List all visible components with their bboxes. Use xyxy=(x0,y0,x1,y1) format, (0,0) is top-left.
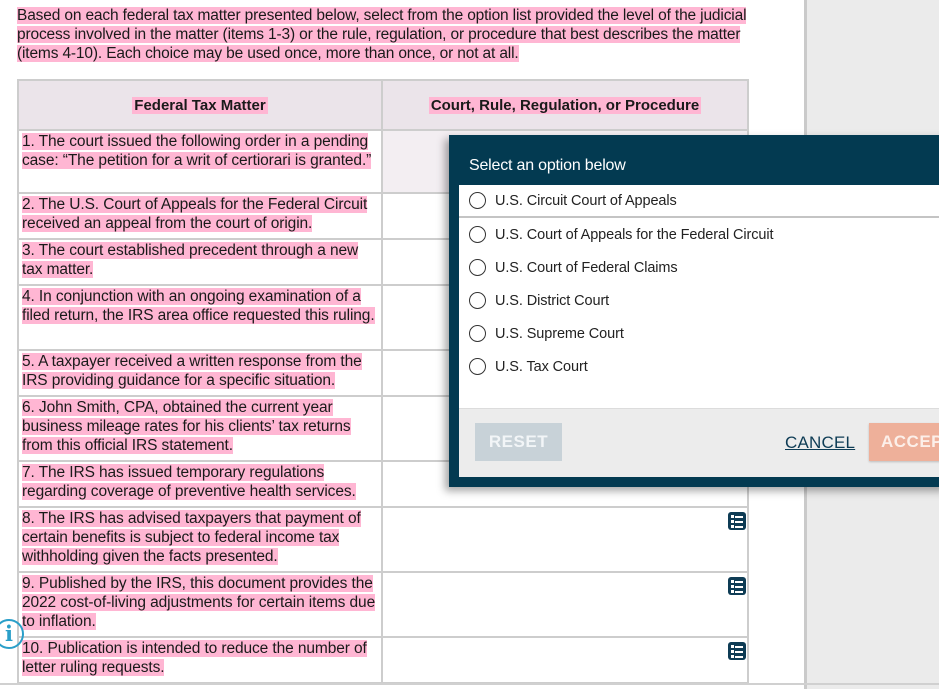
table-row: 9. Published by the IRS, this document p… xyxy=(17,571,749,638)
option-select-modal: Select an option below U.S. Circuit Cour… xyxy=(449,135,939,487)
option-item[interactable]: U.S. Court of Federal Claims xyxy=(459,251,939,284)
modal-options-list: U.S. Circuit Court of Appeals U.S. Court … xyxy=(459,185,939,408)
matter-cell: 7. The IRS has issued temporary regulati… xyxy=(17,460,383,508)
cancel-button[interactable]: CANCEL xyxy=(785,433,855,453)
matter-text: 6. John Smith, CPA, obtained the current… xyxy=(22,399,351,454)
matter-text: 8. The IRS has advised taxpayers that pa… xyxy=(22,510,361,565)
matter-text: 2. The U.S. Court of Appeals for the Fed… xyxy=(22,196,368,232)
matter-text: 1. The court issued the following order … xyxy=(22,133,372,169)
answer-cell[interactable] xyxy=(381,571,749,638)
radio-button[interactable] xyxy=(469,292,486,309)
table-row: 10. Publication is intended to reduce th… xyxy=(17,636,749,684)
matter-cell: 5. A taxpayer received a written respons… xyxy=(17,349,383,397)
header-label: Federal Tax Matter xyxy=(132,96,268,114)
list-icon[interactable] xyxy=(728,577,746,595)
modal-title: Select an option below xyxy=(469,157,626,174)
reset-button[interactable]: RESET xyxy=(475,423,562,461)
matter-cell: 10. Publication is intended to reduce th… xyxy=(17,636,383,684)
instructions-text: Based on each federal tax matter present… xyxy=(17,6,747,63)
header-court-rule: Court, Rule, Regulation, or Procedure xyxy=(381,79,749,131)
bottom-divider xyxy=(0,683,939,685)
option-label: U.S. Circuit Court of Appeals xyxy=(495,192,677,209)
option-label: U.S. District Court xyxy=(495,292,610,309)
matter-cell: 2. The U.S. Court of Appeals for the Fed… xyxy=(17,192,383,240)
option-label: U.S. Tax Court xyxy=(495,358,588,375)
answer-cell[interactable] xyxy=(381,636,749,684)
radio-button[interactable] xyxy=(469,192,486,209)
option-item[interactable]: U.S. District Court xyxy=(459,284,939,317)
modal-footer: RESET CANCEL ACCEPT xyxy=(459,408,939,477)
answer-cell[interactable] xyxy=(381,506,749,573)
radio-button[interactable] xyxy=(469,325,486,342)
option-item[interactable]: U.S. Tax Court xyxy=(459,350,939,383)
table-header-row: Federal Tax Matter Court, Rule, Regulati… xyxy=(17,79,749,131)
matter-cell: 9. Published by the IRS, this document p… xyxy=(17,571,383,638)
matter-text: 7. The IRS has issued temporary regulati… xyxy=(22,464,356,500)
matter-cell: 8. The IRS has advised taxpayers that pa… xyxy=(17,506,383,573)
radio-button[interactable] xyxy=(469,259,486,276)
option-item[interactable]: U.S. Circuit Court of Appeals xyxy=(459,185,939,218)
matter-cell: 6. John Smith, CPA, obtained the current… xyxy=(17,395,383,462)
option-label: U.S. Supreme Court xyxy=(495,325,624,342)
matter-text: 5. A taxpayer received a written respons… xyxy=(22,353,362,389)
instructions-highlight: Based on each federal tax matter present… xyxy=(17,7,747,62)
option-label: U.S. Court of Federal Claims xyxy=(495,259,678,276)
list-icon[interactable] xyxy=(728,512,746,530)
accept-button[interactable]: ACCEPT xyxy=(869,423,939,461)
option-label: U.S. Court of Appeals for the Federal Ci… xyxy=(495,226,774,243)
matter-text: 10. Publication is intended to reduce th… xyxy=(22,640,367,676)
matter-text: 3. The court established precedent throu… xyxy=(22,242,359,278)
header-federal-tax-matter: Federal Tax Matter xyxy=(17,79,383,131)
header-label: Court, Rule, Regulation, or Procedure xyxy=(428,96,702,114)
table-row: 8. The IRS has advised taxpayers that pa… xyxy=(17,506,749,573)
matter-cell: 3. The court established precedent throu… xyxy=(17,238,383,286)
radio-button[interactable] xyxy=(469,226,486,243)
matter-text: 4. In conjunction with an ongoing examin… xyxy=(22,288,375,324)
matter-text: 9. Published by the IRS, this document p… xyxy=(22,575,376,630)
list-icon[interactable] xyxy=(728,642,746,660)
option-item[interactable]: U.S. Supreme Court xyxy=(459,317,939,350)
matter-cell: 1. The court issued the following order … xyxy=(17,129,383,194)
option-item[interactable]: U.S. Court of Appeals for the Federal Ci… xyxy=(459,218,939,251)
matter-cell: 4. In conjunction with an ongoing examin… xyxy=(17,284,383,351)
radio-button[interactable] xyxy=(469,358,486,375)
